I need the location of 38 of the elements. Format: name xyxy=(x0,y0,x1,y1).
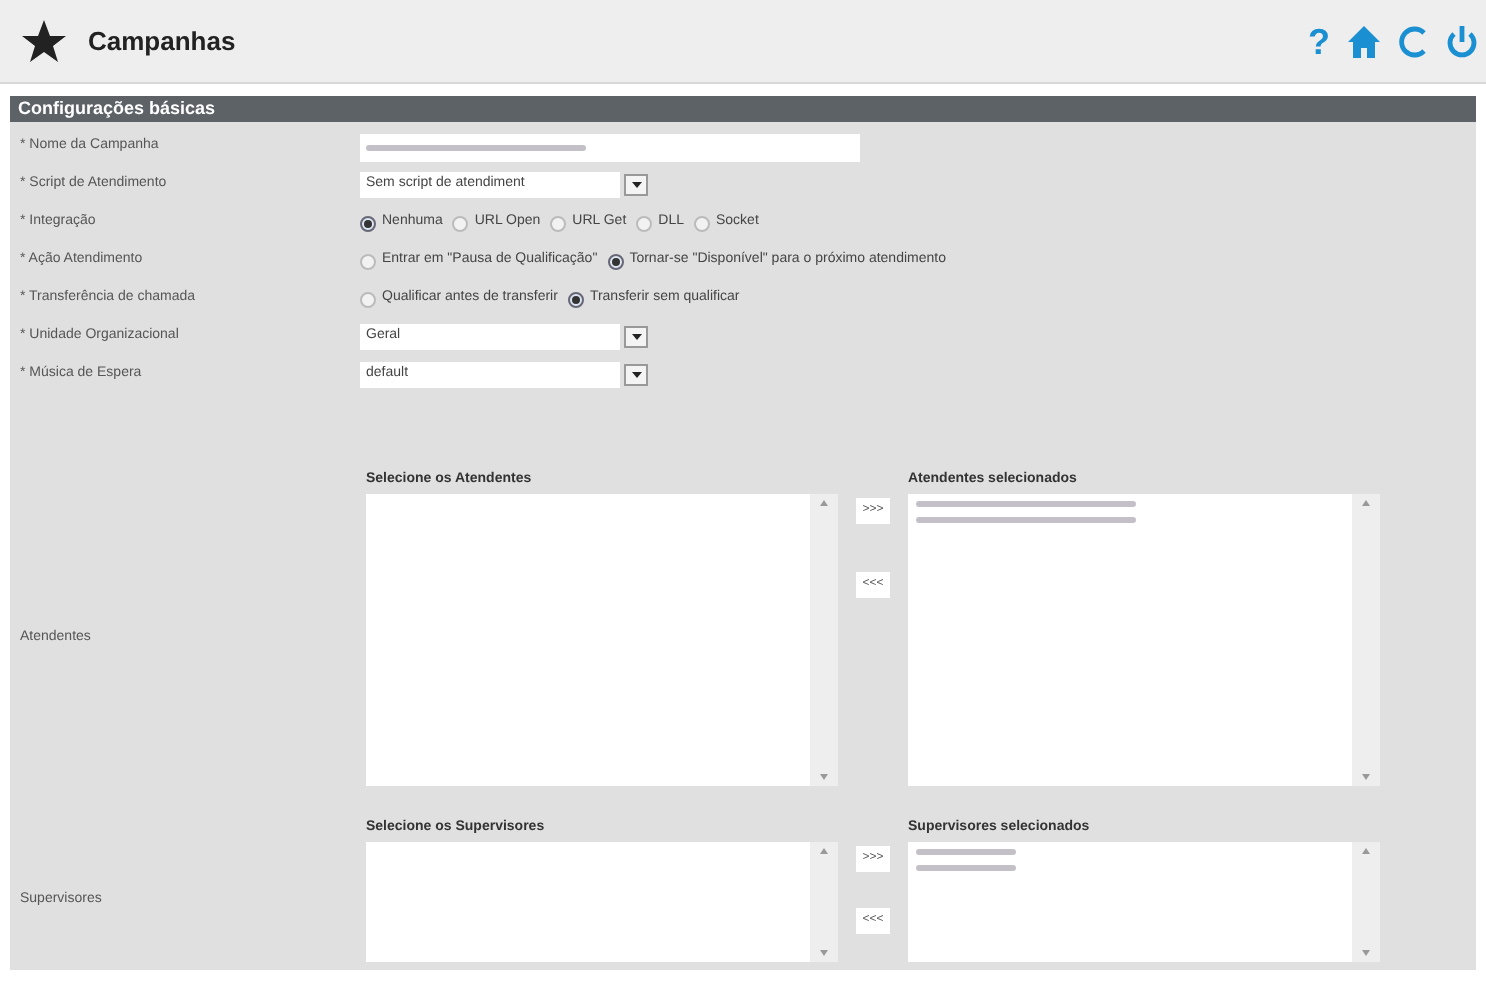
scroll-up-icon[interactable] xyxy=(820,500,828,506)
scrollbar[interactable] xyxy=(1352,842,1380,962)
list-box[interactable] xyxy=(908,842,1352,962)
star-icon xyxy=(20,17,68,65)
dropdown-button[interactable] xyxy=(624,364,648,386)
scroll-up-icon[interactable] xyxy=(1362,848,1370,854)
section-header: Configurações básicas xyxy=(10,96,1476,122)
scrollbar[interactable] xyxy=(810,842,838,962)
refresh-button[interactable] xyxy=(1398,23,1430,59)
dropdown-button[interactable] xyxy=(624,174,648,196)
page-title: Campanhas xyxy=(88,23,236,60)
caret-down-icon xyxy=(631,334,641,340)
redacted-text-drawing xyxy=(916,864,1016,872)
radio-button[interactable] xyxy=(550,215,567,231)
radio-button[interactable] xyxy=(567,291,584,307)
caret-down-icon xyxy=(631,372,641,378)
radio-button[interactable] xyxy=(636,215,653,231)
radio-button[interactable] xyxy=(694,215,710,231)
scrollbar[interactable] xyxy=(1352,494,1380,786)
scroll-down-icon[interactable] xyxy=(1362,774,1370,780)
radio-button[interactable] xyxy=(360,291,376,307)
scroll-down-icon[interactable] xyxy=(820,774,828,780)
scroll-up-icon[interactable] xyxy=(1362,500,1370,506)
scroll-down-icon[interactable] xyxy=(820,950,828,956)
scroll-down-icon[interactable] xyxy=(1362,950,1370,956)
text-field[interactable] xyxy=(360,133,860,161)
caret-down-icon xyxy=(631,182,641,188)
scroll-up-icon[interactable] xyxy=(820,848,828,854)
redacted-text-drawing xyxy=(916,848,1016,856)
power-button[interactable] xyxy=(1446,23,1478,59)
dropdown-button[interactable] xyxy=(624,326,648,348)
radio-button[interactable] xyxy=(452,215,469,231)
home-button[interactable] xyxy=(1346,23,1382,59)
scrollbar[interactable] xyxy=(810,494,838,786)
list-box[interactable] xyxy=(908,494,1352,786)
radio-button[interactable] xyxy=(360,215,376,231)
radio-button[interactable] xyxy=(607,253,624,269)
radio-button[interactable] xyxy=(360,253,376,269)
